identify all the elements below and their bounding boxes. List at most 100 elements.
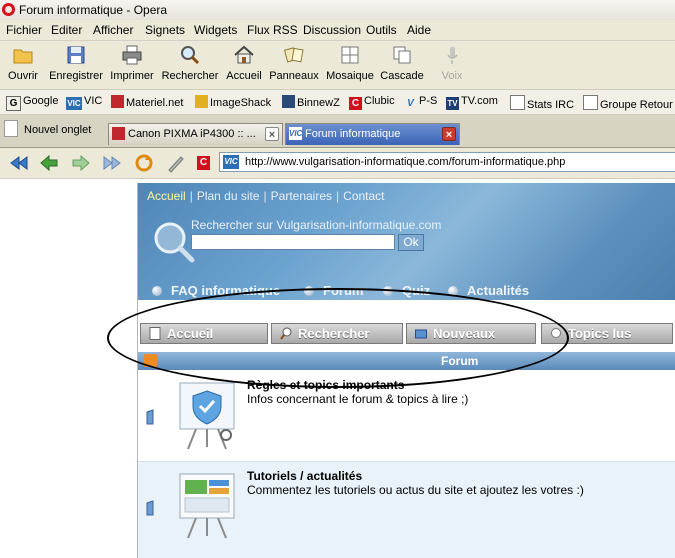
vic-icon: VIC (289, 127, 303, 140)
menu-flux-rss[interactable]: Flux RSS (247, 23, 298, 37)
vic-icon: VIC (66, 97, 82, 110)
forum-tab-nouveaux[interactable]: Nouveaux (406, 323, 536, 344)
opera-logo-icon (2, 3, 15, 16)
bookmark-imageshack[interactable]: ImageShack (195, 95, 271, 109)
print-button[interactable]: Imprimer (109, 41, 155, 87)
forum-description: Infos concernant le forum & topics à lir… (247, 392, 469, 406)
close-icon[interactable]: × (265, 127, 279, 141)
topnav-plan[interactable]: Plan du site (197, 189, 260, 203)
new-tab-icon (4, 120, 18, 137)
cube-icon (111, 95, 124, 108)
topnav-partenaires[interactable]: Partenaires (271, 189, 332, 203)
panels-icon (283, 47, 304, 63)
window-title: Forum informatique - Opera (19, 3, 168, 17)
menu-outils[interactable]: Outils (366, 23, 397, 37)
search-button[interactable]: Rechercher (160, 41, 220, 87)
edit-icon[interactable] (165, 153, 187, 173)
shield-presentation-icon (179, 382, 235, 450)
open-button[interactable]: Ouvrir (3, 41, 43, 87)
menu-discussion[interactable]: Discussion (303, 23, 361, 37)
cascade-button[interactable]: Cascade (379, 41, 425, 87)
subnav-actualites[interactable]: Actualités (448, 283, 529, 298)
tab-canon[interactable]: Canon PIXMA iP4300 :: ... × (108, 123, 283, 145)
bookmark-groupe-retour[interactable]: Groupe Retour (583, 95, 673, 111)
bookmark-tvcom[interactable]: TV TV.com (446, 95, 498, 110)
site-header: Accueil | Plan du site | Partenaires | Contact… (138, 183, 675, 300)
bullet-icon (304, 286, 314, 296)
clubic-icon[interactable]: C (197, 156, 210, 170)
home-icon (234, 45, 254, 64)
imageshack-icon (195, 95, 208, 108)
tab-forum-informatique[interactable]: VIC Forum informatique × (285, 123, 460, 145)
back-icon[interactable] (38, 153, 60, 173)
bookmark-vic[interactable]: VIC VIC (66, 95, 102, 110)
topnav-contact[interactable]: Contact (343, 189, 384, 203)
forward-icon[interactable] (70, 153, 92, 173)
clubic-icon: C (349, 97, 362, 110)
rewind-icon[interactable] (8, 153, 30, 173)
magnifier-icon (181, 46, 200, 65)
subnav-forum[interactable]: Forum (304, 283, 363, 298)
bookmark-ps[interactable]: V P-S (404, 95, 437, 110)
address-bar[interactable]: VIC http://www.vulgarisation-informatiqu… (219, 152, 675, 172)
page-viewport: Accueil | Plan du site | Partenaires | Contact… (0, 179, 675, 558)
forum-title[interactable]: Tutoriels / actualités (247, 469, 362, 483)
panels-button[interactable]: Panneaux (268, 41, 320, 87)
title-bar: Forum informatique - Opera (0, 0, 675, 21)
fast-forward-icon[interactable] (101, 153, 123, 173)
page-icon (583, 95, 598, 110)
subnav-faq[interactable]: FAQ informatique (152, 283, 280, 298)
new-tab-button[interactable]: Nouvel onglet (4, 120, 91, 137)
site-search-ok-button[interactable]: Ok (398, 234, 424, 251)
reload-icon[interactable] (133, 153, 155, 173)
close-icon[interactable]: × (442, 127, 456, 141)
navigation-bar: C VIC http://www.vulgarisation-informati… (0, 148, 675, 179)
site-search-label: Rechercher sur Vulgarisation-informatiqu… (191, 218, 442, 232)
site-favicon: VIC (223, 155, 239, 169)
menu-fichier[interactable]: Fichier (6, 23, 42, 37)
binnewz-icon (282, 95, 295, 108)
forum-tab-topics-lus[interactable]: Topics lus (541, 323, 673, 344)
voice-icon (447, 47, 458, 64)
bullet-icon (383, 286, 393, 296)
magnifier-icon (280, 327, 292, 340)
bookmark-materiel[interactable]: Materiel.net (111, 95, 183, 109)
bookmark-clubic[interactable]: C Clubic (349, 95, 395, 110)
voice-button[interactable]: Voix (436, 41, 468, 87)
new-posts-icon (415, 329, 427, 339)
menu-afficher[interactable]: Afficher (93, 23, 133, 37)
forum-title[interactable]: Règles et topics importants (247, 378, 404, 392)
folder-icon (146, 409, 154, 425)
bullet-icon (152, 286, 162, 296)
subnav-quiz[interactable]: Quiz (383, 283, 430, 298)
bookmark-google[interactable]: G Google (6, 95, 58, 111)
page-icon (149, 327, 161, 340)
cube-icon (112, 127, 125, 140)
site-search-input[interactable] (191, 234, 395, 250)
home-button[interactable]: Accueil (225, 41, 263, 87)
save-button[interactable]: Enregistrer (47, 41, 105, 87)
bookmark-binnewz[interactable]: BinnewZ (282, 95, 340, 109)
menu-widgets[interactable]: Widgets (194, 23, 237, 37)
forum-description: Commentez les tutoriels ou actus du site… (247, 483, 584, 497)
ps-icon: V (407, 98, 414, 109)
tile-icon (341, 46, 359, 64)
topnav-accueil[interactable]: Accueil (147, 189, 186, 203)
forum-tab-accueil[interactable]: Accueil (140, 323, 268, 344)
menu-signets[interactable]: Signets (145, 23, 185, 37)
bookmark-stats-irc[interactable]: Stats IRC (510, 95, 574, 111)
tile-button[interactable]: Mosaique (325, 41, 375, 87)
rss-icon[interactable] (144, 354, 157, 367)
forum-row[interactable]: Règles et topics importants Infos concer… (138, 371, 675, 462)
forum-header: Forum (138, 352, 675, 370)
forum-tab-rechercher[interactable]: Rechercher (271, 323, 403, 344)
main-toolbar: Ouvrir Enregistrer Imprimer Rechercher A… (0, 41, 675, 90)
google-icon: G (6, 96, 21, 111)
tab-bar: Nouvel onglet Canon PIXMA iP4300 :: ... … (0, 115, 675, 148)
menu-aide[interactable]: Aide (407, 23, 431, 37)
menu-editer[interactable]: Editer (51, 23, 82, 37)
cascade-icon (393, 46, 411, 64)
magnifier-icon (551, 328, 561, 338)
folder-icon (13, 49, 33, 64)
forum-row[interactable]: Tutoriels / actualités Commentez les tut… (138, 462, 675, 558)
